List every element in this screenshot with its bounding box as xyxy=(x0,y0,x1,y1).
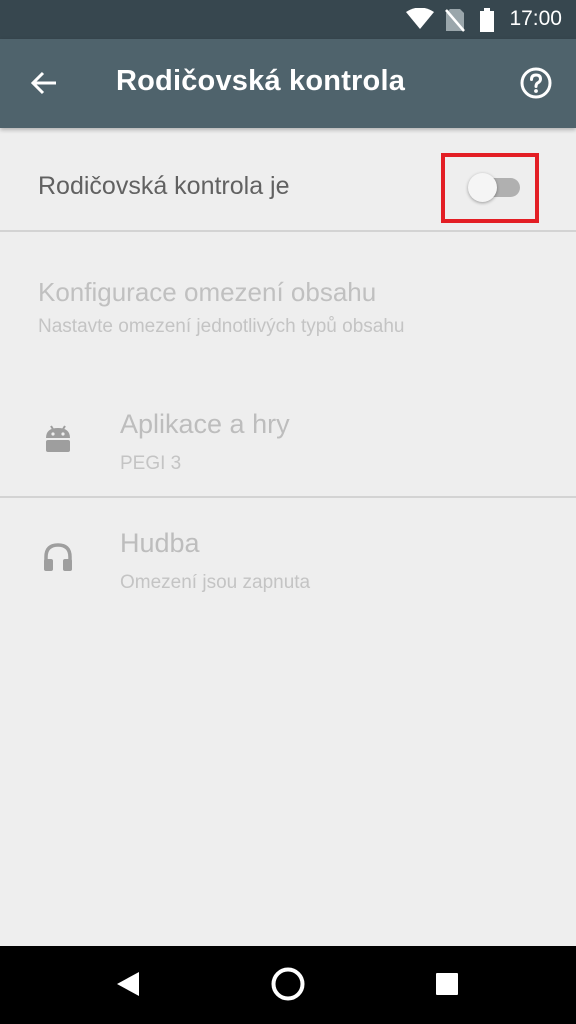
app-bar: Rodičovská kontrola xyxy=(0,39,576,128)
content-restrictions-subtitle: Nastavte omezení jednotlivých typů obsah… xyxy=(38,316,405,337)
nav-back-button[interactable] xyxy=(106,964,150,1008)
nav-recents-button[interactable] xyxy=(425,964,469,1008)
headphones-icon xyxy=(40,539,76,575)
android-icon xyxy=(40,420,76,456)
arrow-back-icon xyxy=(30,70,57,101)
back-triangle-icon xyxy=(115,970,141,1003)
page-title: Rodičovská kontrola xyxy=(116,65,406,97)
parental-control-label: Rodičovská kontrola je xyxy=(38,172,290,200)
recents-square-icon xyxy=(435,972,459,1001)
status-time: 17:00 xyxy=(509,7,562,30)
help-circle-icon xyxy=(520,67,552,104)
parental-control-switch[interactable] xyxy=(468,172,522,202)
switch-thumb xyxy=(468,173,497,202)
divider xyxy=(0,230,576,232)
content-restrictions-title: Konfigurace omezení obsahu xyxy=(38,277,377,307)
apps-games-subtitle: PEGI 3 xyxy=(120,453,182,474)
music-subtitle: Omezení jsou zapnuta xyxy=(120,572,311,593)
divider xyxy=(0,496,576,498)
battery-icon xyxy=(480,8,494,37)
wifi-icon xyxy=(406,7,434,35)
home-circle-icon xyxy=(270,966,306,1007)
navigation-bar xyxy=(0,946,576,1024)
no-sim-icon xyxy=(445,8,465,37)
help-button[interactable] xyxy=(516,65,556,105)
music-title[interactable]: Hudba xyxy=(120,528,200,559)
apps-games-title[interactable]: Aplikace a hry xyxy=(120,409,290,440)
nav-home-button[interactable] xyxy=(266,964,310,1008)
status-bar: 17:00 xyxy=(0,0,576,39)
back-button[interactable] xyxy=(24,65,64,105)
